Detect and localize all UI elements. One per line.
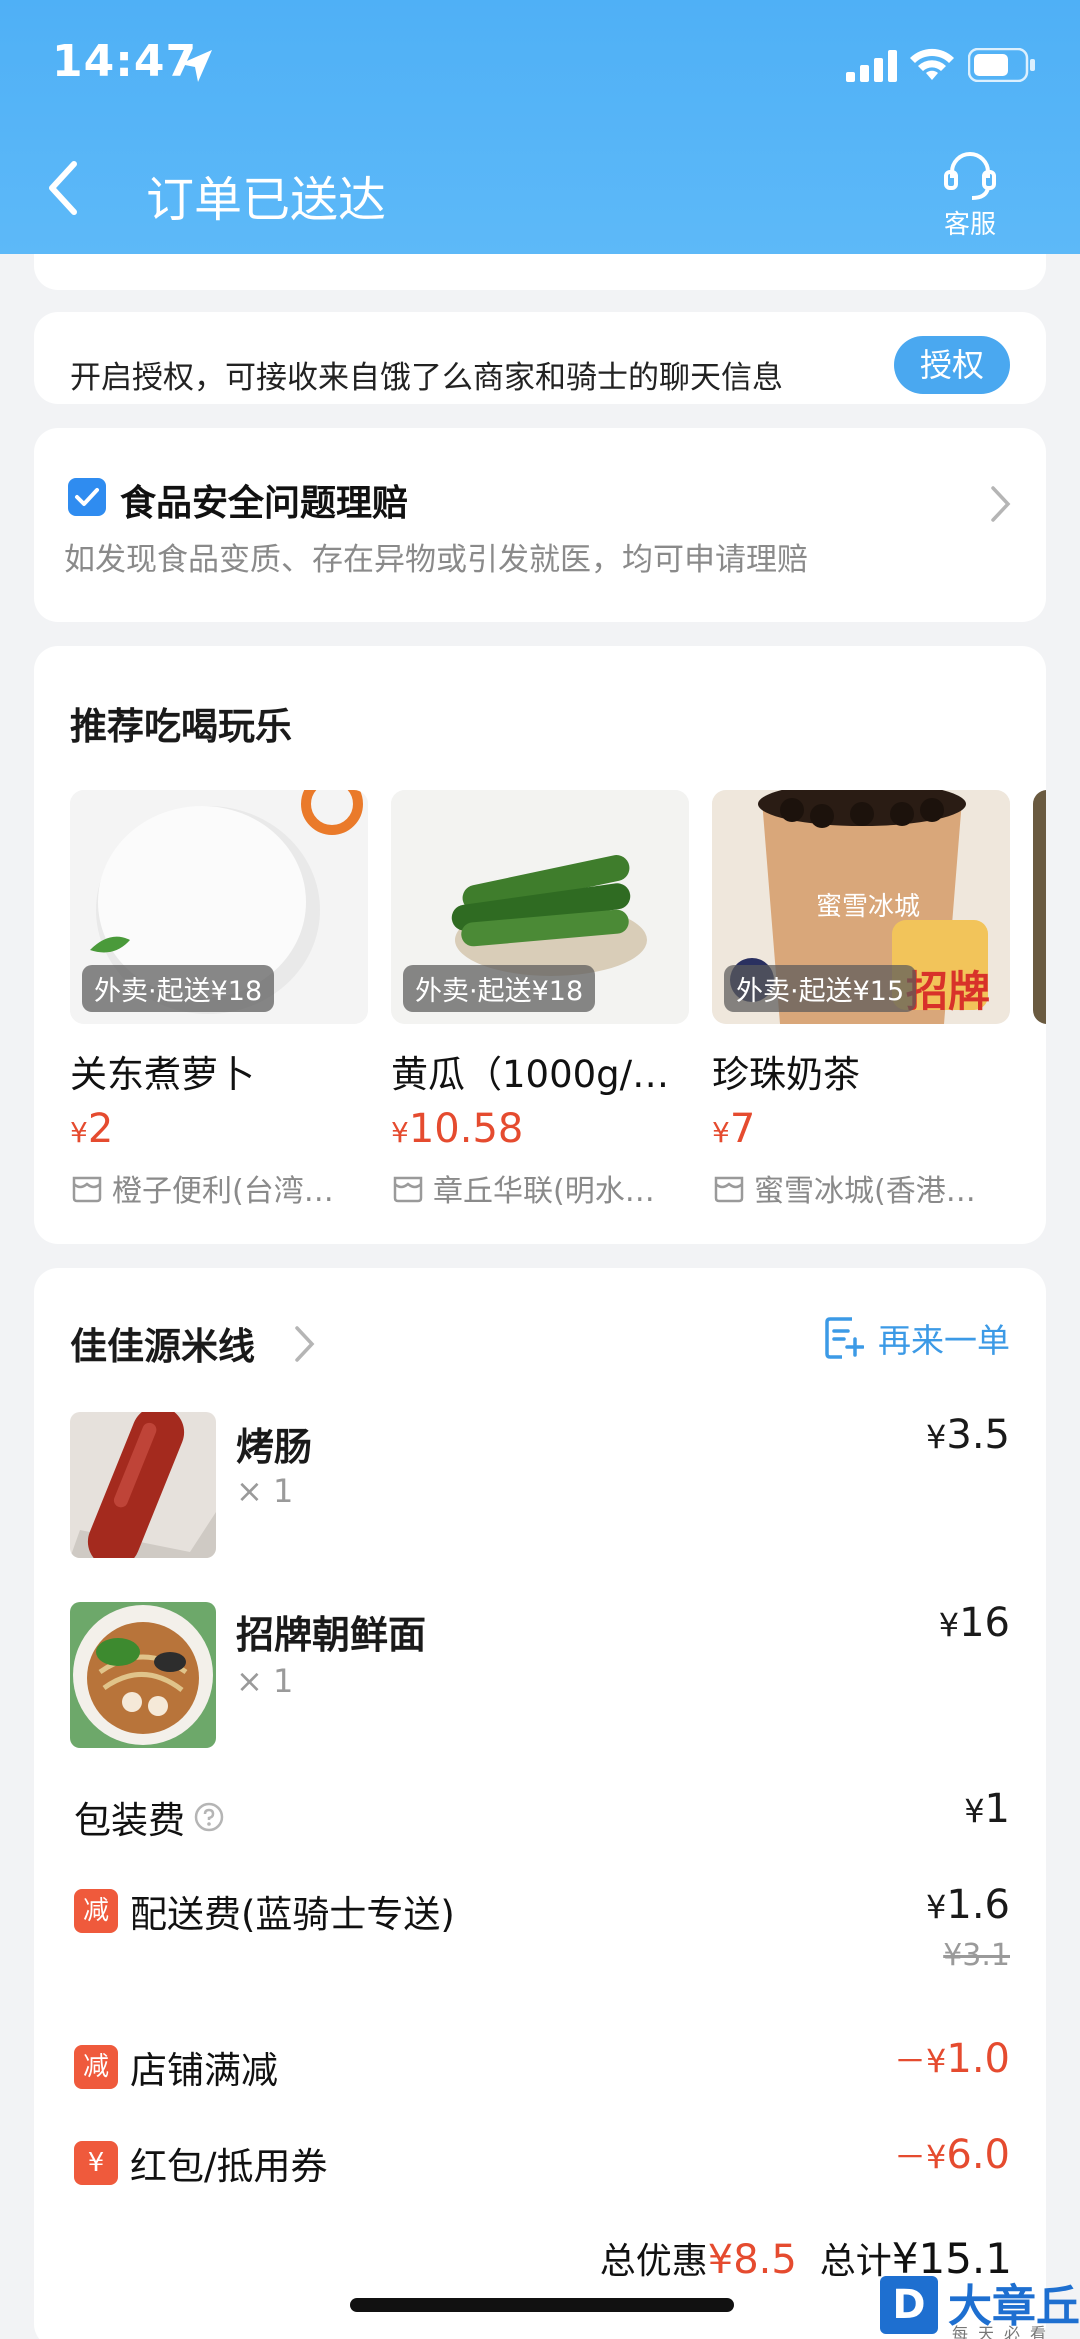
chevron-right-icon[interactable] [294,1324,316,1364]
auth-card: 开启授权，可接收来自饿了么商家和骑士的聊天信息 授权 [34,312,1046,404]
shop-label: 蜜雪冰城(香港… [712,1166,1010,1210]
top-header: 14:47 订单已送达 客服 [0,0,1080,254]
location-arrow-icon [180,50,212,82]
delivery-fee-original: ¥3.1 [943,1938,1010,1973]
delivery-fee-label: 减 配送费(蓝骑士专送) [74,1884,455,1938]
food-safety-title: 食品安全问题理赔 [120,483,409,524]
signature-badge: 招牌 [906,967,991,1016]
customer-service-button[interactable]: 客服 [930,146,1010,246]
recommend-title: 推荐吃喝玩乐 [70,705,292,748]
cellular-signal-icon [846,50,897,82]
order-shop-name[interactable]: 佳佳源米线 [70,1316,255,1370]
product-price: ¥10.58 [391,1106,524,1152]
discount-badge: 减 [74,1889,118,1933]
delivery-tag: 外卖·起送¥18 [403,965,596,1012]
store-icon [714,1176,744,1203]
question-icon[interactable] [193,1801,225,1833]
item-name: 烤肠 [236,1425,313,1469]
shop-label: 章丘华联(明水… [391,1166,689,1210]
store-icon [393,1176,423,1203]
food-safety-card[interactable]: 食品安全问题理赔 如发现食品变质、存在异物或引发就医，均可申请理赔 [34,428,1046,622]
coupon-label: ¥ 红包/抵用券 [74,2136,327,2190]
authorize-button[interactable]: 授权 [894,336,1010,394]
battery-icon [968,48,1035,82]
back-arrow-icon[interactable] [40,150,96,226]
product-price: ¥2 [70,1106,114,1152]
wifi-icon [910,48,954,80]
shop-label: 橙子便利(台湾… [70,1166,368,1210]
order-detail-card: 佳佳源米线 再来一单 烤肠 × 1 ¥3.5 招牌朝鲜面 × 1 ¥16 包装费… [34,1268,1046,2339]
item-price: ¥16 [938,1600,1010,1646]
reorder-icon [825,1317,864,1359]
product-image: 外卖·起送¥18 [70,790,368,1024]
brand-label: 蜜雪冰城 [816,892,921,922]
item-quantity: × 1 [236,1472,294,1510]
item-name: 招牌朝鲜面 [236,1613,427,1657]
product-name: 关东煮萝卜 [70,1053,255,1096]
delivery-tag: 外卖·起送¥15 [724,965,917,1012]
product-name: 黄瓜（1000g/… [391,1053,670,1096]
product-name: 珍珠奶茶 [712,1053,860,1096]
product-price: ¥7 [712,1106,756,1152]
food-safety-subtitle: 如发现食品变质、存在异物或引发就医，均可申请理赔 [64,542,808,578]
recommend-item[interactable]: 蜜雪冰城 招牌 外卖·起送¥15 珍珠奶茶 ¥7 蜜雪冰城(香港… [712,790,1010,1210]
headset-icon [944,152,996,200]
page-title: 订单已送达 [146,172,387,228]
product-image: 蜜雪冰城 招牌 外卖·起送¥15 [712,790,1010,1024]
chevron-right-icon [991,486,1011,522]
recommend-item[interactable]: 外卖·起送¥18 黄瓜（1000g/… ¥10.58 章丘华联(明水… [391,790,689,1210]
delivery-fee-value: ¥1.6 [926,1882,1010,1928]
packaging-fee-label: 包装费 [74,1790,225,1844]
home-indicator [350,2298,734,2312]
watermark-logo: D 大章丘 每天必看 [880,2270,1080,2339]
watermark-sub: 每天必看 [952,2324,1057,2339]
discount-badge: 减 [74,2045,118,2089]
customer-service-label: 客服 [943,210,996,240]
item-image-sausage [70,1412,216,1558]
recommend-item[interactable]: 外卖·起送¥18 关东煮萝卜 ¥2 橙子便利(台湾… [70,790,368,1210]
reorder-button[interactable]: 再来一单 [824,1314,1010,1362]
coupon-badge: ¥ [74,2141,118,2185]
product-image: 外卖·起送¥18 [391,790,689,1024]
packaging-fee-value: ¥1 [964,1786,1010,1832]
next-item-peek [1033,790,1046,1024]
auth-message: 开启授权，可接收来自饿了么商家和骑士的聊天信息 [70,360,783,396]
item-quantity: × 1 [236,1662,294,1700]
shop-discount-label: 减 店铺满减 [74,2040,278,2094]
coupon-value: －¥6.0 [894,2132,1010,2178]
watermark-letter: D [880,2276,938,2334]
store-icon [72,1176,102,1203]
shield-check-icon [68,478,106,516]
item-image-noodles [70,1602,216,1748]
item-price: ¥3.5 [926,1412,1010,1458]
recommend-card: 推荐吃喝玩乐 外卖·起送¥18 关东煮萝卜 ¥2 橙子便利(台湾… 外卖·起送¥… [34,646,1046,1244]
delivery-tag: 外卖·起送¥18 [82,965,275,1012]
shop-discount-value: －¥1.0 [894,2036,1010,2082]
